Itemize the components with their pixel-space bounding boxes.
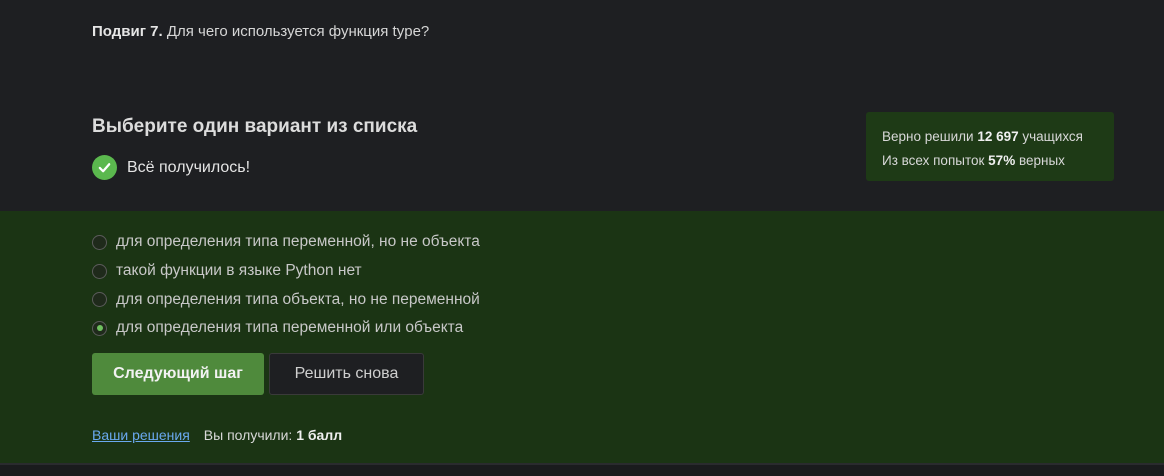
question-label: Подвиг 7. [92,23,163,40]
question-text: Подвиг 7. Для чего используется функция … [92,23,429,40]
footer-line: Ваши решения Вы получили: 1 балл [92,427,342,443]
stats-line-solved: Верно решили 12 697 учащихся [882,129,1083,144]
stats-box: Верно решили 12 697 учащихся Из всех поп… [866,112,1114,181]
next-step-button[interactable]: Следующий шаг [92,353,264,395]
option-label: для определения типа объекта, но не пере… [116,290,480,308]
check-icon [92,155,117,180]
option-item[interactable]: для определения типа переменной или объе… [92,314,480,343]
option-label: для определения типа переменной или объе… [116,319,464,337]
options-list: для определения типа переменной, но не о… [92,228,480,343]
score-text: Вы получили: 1 балл [203,427,343,443]
your-solutions-link[interactable]: Ваши решения [92,427,190,443]
success-message: Всё получилось! [92,155,250,180]
stats-line-attempts: Из всех попыток 57% верных [882,153,1065,168]
radio-button-selected[interactable] [92,320,107,336]
radio-button[interactable] [92,292,107,308]
option-item[interactable]: для определения типа переменной, но не о… [92,228,480,257]
option-label: для определения типа переменной, но не о… [116,233,480,251]
success-text: Всё получилось! [127,158,251,176]
retry-button[interactable]: Решить снова [269,353,424,395]
bottom-divider [0,463,1164,476]
question-header: Подвиг 7. Для чего используется функция … [0,0,1164,211]
correct-percent: 57% [988,153,1016,168]
radio-button[interactable] [92,263,107,279]
option-item[interactable]: такой функции в языке Python нет [92,257,480,286]
score-value: 1 балл [296,427,343,443]
radio-button[interactable] [92,234,107,250]
answer-panel: для определения типа переменной, но не о… [0,211,1164,463]
solved-count: 12 697 [977,129,1019,144]
choose-title: Выберите один вариант из списка [92,116,418,137]
option-item[interactable]: для определения типа объекта, но не пере… [92,285,480,314]
option-label: такой функции в языке Python нет [116,262,362,280]
question-body: Для чего используется функция type? [166,23,430,40]
